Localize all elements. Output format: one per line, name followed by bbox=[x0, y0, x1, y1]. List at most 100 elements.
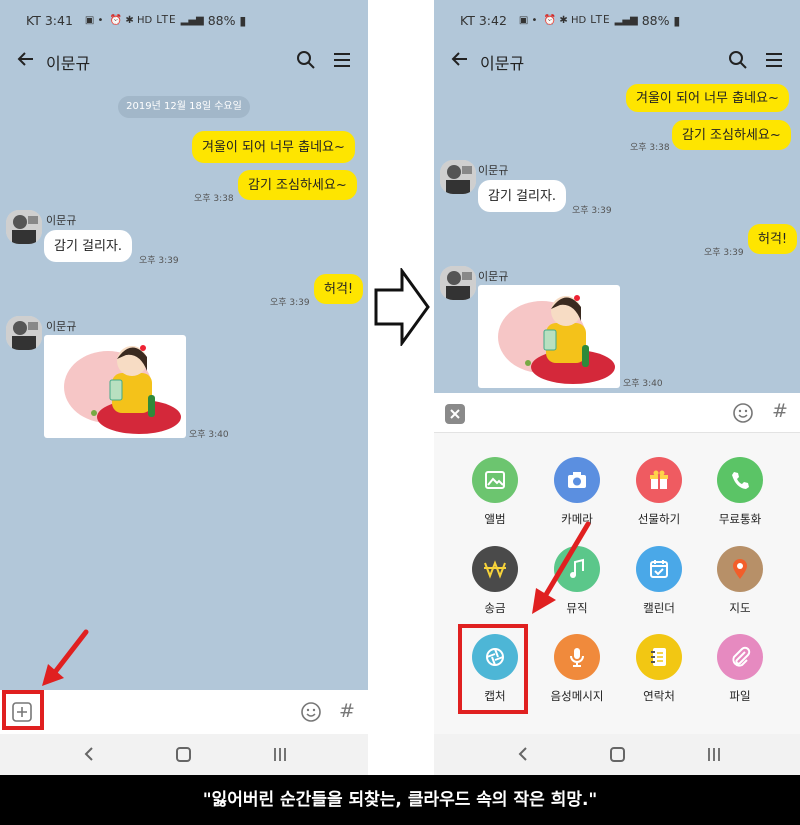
network-indicator: LTE bbox=[156, 14, 177, 26]
chat-title: 이문규 bbox=[46, 54, 91, 73]
red-arrow-icon bbox=[42, 629, 89, 686]
nav-back-icon[interactable] bbox=[516, 746, 530, 762]
message-time: 오후 3:38 bbox=[194, 194, 234, 204]
back-arrow-icon[interactable] bbox=[450, 49, 470, 69]
panel-item-map[interactable]: 지도 bbox=[700, 546, 780, 616]
emoji-icon[interactable] bbox=[300, 701, 322, 723]
nav-recent-icon[interactable] bbox=[272, 747, 288, 762]
hashtag-icon[interactable]: # bbox=[772, 400, 788, 422]
signal-icon: ▂▄▆ bbox=[180, 14, 204, 26]
system-nav-bar bbox=[0, 734, 368, 775]
microphone-icon bbox=[554, 634, 600, 680]
panel-item-calendar[interactable]: 캘린더 bbox=[619, 546, 699, 616]
message-bubble[interactable]: 감기 조심하세요~ bbox=[672, 120, 791, 150]
message-bubble[interactable]: 허걱! bbox=[748, 224, 798, 254]
status-bar: KT 3:41 ▣ • ⏰ ✱ HD LTE ▂▄▆ 88% ▮ bbox=[0, 0, 368, 40]
message-input-bar: # bbox=[434, 393, 800, 433]
back-arrow-icon[interactable] bbox=[16, 49, 36, 69]
message-time: 오후 3:38 bbox=[630, 143, 670, 153]
date-chip: 2019년 12월 18일 수요일 bbox=[118, 96, 250, 118]
nav-back-icon[interactable] bbox=[82, 746, 96, 762]
transition-arrow-icon bbox=[374, 268, 430, 346]
panel-item-label: 캘린더 bbox=[643, 601, 675, 615]
message-bubble[interactable]: 겨울이 되어 너무 춥네요~ bbox=[626, 84, 789, 112]
status-bar: KT 3:42 ▣ • ⏰ ✱ HD LTE ▂▄▆ 88% ▮ bbox=[434, 0, 800, 40]
panel-item-label: 음성메시지 bbox=[550, 689, 604, 703]
system-nav-bar bbox=[434, 734, 800, 775]
panel-item-transfer[interactable]: 송금 bbox=[455, 546, 535, 616]
search-icon[interactable] bbox=[296, 50, 316, 70]
avatar[interactable] bbox=[6, 316, 42, 350]
carrier-time: KT 3:41 bbox=[26, 12, 73, 28]
nav-recent-icon[interactable] bbox=[706, 747, 722, 762]
menu-icon[interactable] bbox=[332, 50, 352, 70]
chat-header: 이문규 bbox=[434, 40, 800, 82]
menu-icon[interactable] bbox=[764, 50, 784, 70]
sender-name: 이문규 bbox=[46, 320, 77, 333]
status-icons: ▣ • ⏰ ✱ HD bbox=[84, 14, 153, 26]
gift-icon bbox=[636, 457, 682, 503]
sender-name: 이문규 bbox=[478, 164, 509, 177]
close-icon[interactable] bbox=[445, 404, 465, 424]
caption-text: "잃어버린 순간들을 되찾는, 클라우드 속의 작은 희망." bbox=[0, 775, 800, 825]
sticker-image[interactable] bbox=[478, 285, 620, 388]
message-time: 오후 3:39 bbox=[270, 298, 310, 308]
network-indicator: LTE bbox=[590, 14, 611, 26]
message-bubble[interactable]: 감기 조심하세요~ bbox=[238, 170, 357, 200]
panel-item-contacts[interactable]: 연락처 bbox=[619, 634, 699, 704]
contacts-icon bbox=[636, 634, 682, 680]
paperclip-icon bbox=[717, 634, 763, 680]
panel-item-label: 선물하기 bbox=[637, 512, 681, 526]
highlight-box bbox=[2, 690, 44, 730]
panel-item-free-call[interactable]: 무료통화 bbox=[700, 457, 780, 527]
calendar-icon bbox=[636, 546, 682, 592]
sender-name: 이문규 bbox=[478, 270, 509, 283]
message-time: 오후 3:39 bbox=[139, 256, 179, 266]
message-bubble[interactable]: 감기 걸리자. bbox=[44, 230, 133, 262]
status-icons: ▣ • ⏰ ✱ HD bbox=[518, 14, 587, 26]
avatar[interactable] bbox=[440, 160, 476, 194]
battery-level: 88% bbox=[207, 12, 236, 28]
panel-item-label: 송금 bbox=[484, 601, 506, 615]
won-icon bbox=[472, 546, 518, 592]
panel-item-gift[interactable]: 선물하기 bbox=[619, 457, 699, 527]
nav-home-icon[interactable] bbox=[176, 747, 191, 762]
highlight-box bbox=[458, 624, 528, 714]
image-icon bbox=[472, 457, 518, 503]
panel-item-camera[interactable]: 카메라 bbox=[537, 457, 617, 527]
panel-item-label: 지도 bbox=[729, 601, 751, 615]
emoji-icon[interactable] bbox=[732, 402, 754, 424]
message-time: 오후 3:39 bbox=[704, 248, 744, 258]
map-pin-icon bbox=[717, 546, 763, 592]
chat-title: 이문규 bbox=[480, 54, 525, 73]
search-icon[interactable] bbox=[728, 50, 748, 70]
avatar[interactable] bbox=[6, 210, 42, 244]
panel-item-label: 무료통화 bbox=[718, 512, 762, 526]
phone-icon bbox=[717, 457, 763, 503]
panel-item-label: 파일 bbox=[729, 689, 751, 703]
sticker-image[interactable] bbox=[44, 335, 186, 438]
message-bubble[interactable]: 겨울이 되어 너무 춥네요~ bbox=[192, 131, 355, 163]
sender-name: 이문규 bbox=[46, 214, 77, 227]
message-bubble[interactable]: 허걱! bbox=[314, 274, 364, 304]
nav-home-icon[interactable] bbox=[610, 747, 625, 762]
message-time: 오후 3:40 bbox=[189, 430, 229, 440]
panel-item-file[interactable]: 파일 bbox=[700, 634, 780, 704]
camera-icon bbox=[554, 457, 600, 503]
message-input-bar: # bbox=[0, 690, 368, 734]
panel-item-album[interactable]: 앨범 bbox=[455, 457, 535, 527]
message-time: 오후 3:40 bbox=[623, 379, 663, 389]
signal-icon: ▂▄▆ bbox=[614, 14, 638, 26]
message-bubble[interactable]: 감기 걸리자. bbox=[478, 180, 567, 212]
message-time: 오후 3:39 bbox=[572, 206, 612, 216]
battery-level: 88% bbox=[641, 12, 670, 28]
carrier-time: KT 3:42 bbox=[460, 12, 507, 28]
avatar[interactable] bbox=[440, 266, 476, 300]
panel-item-label: 앨범 bbox=[484, 512, 506, 526]
battery-icon: ▮ bbox=[239, 12, 247, 28]
chat-header: 이문규 bbox=[0, 40, 368, 82]
red-arrow-icon bbox=[532, 521, 591, 614]
panel-item-voice-message[interactable]: 음성메시지 bbox=[537, 634, 617, 704]
panel-item-label: 연락처 bbox=[643, 689, 675, 703]
hashtag-icon[interactable]: # bbox=[339, 700, 355, 722]
